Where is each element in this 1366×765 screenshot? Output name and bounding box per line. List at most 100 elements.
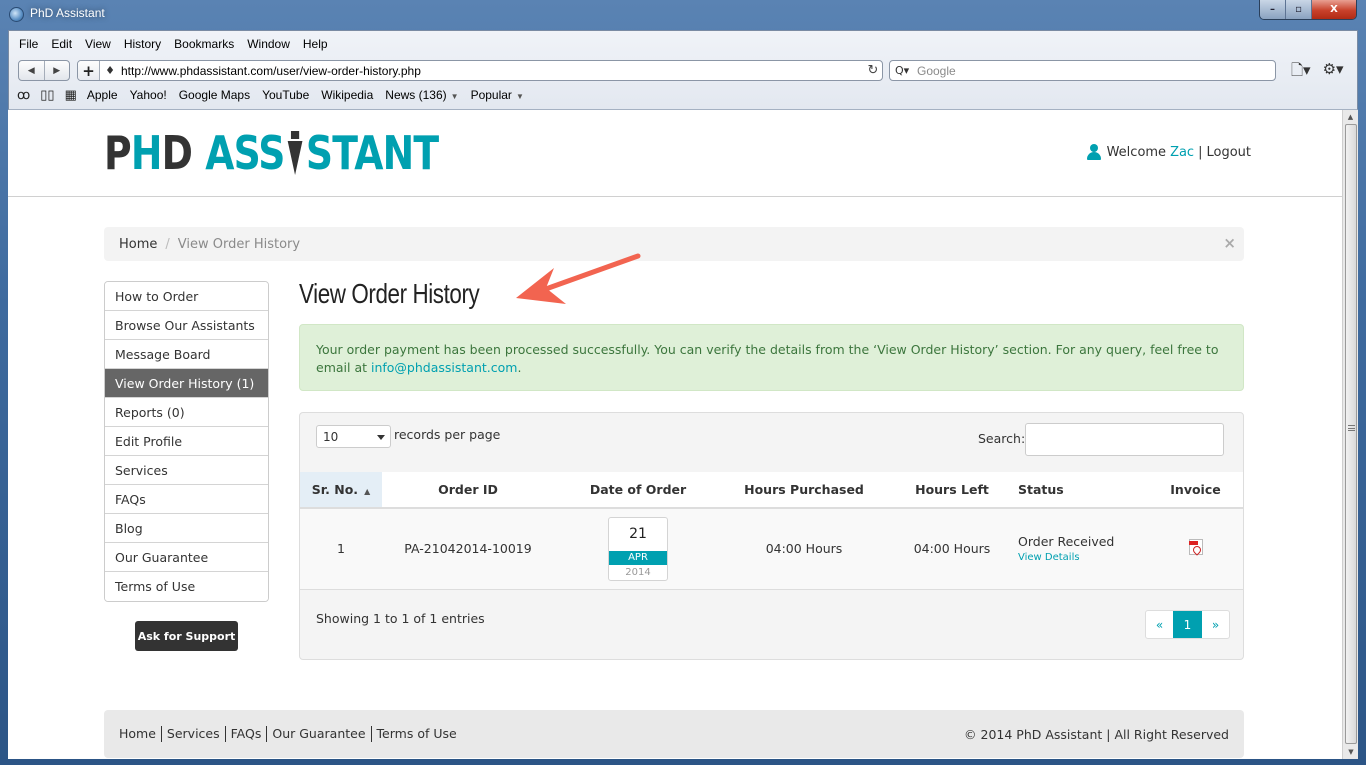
maximize-button[interactable]: ▫ xyxy=(1286,0,1312,19)
footer-link-faqs[interactable]: FAQs xyxy=(224,726,267,742)
breadcrumb-home[interactable]: Home xyxy=(119,237,157,252)
nav-buttons: ◀ ▶ xyxy=(18,60,70,81)
success-alert: Your order payment has been processed su… xyxy=(299,324,1244,391)
site-header: P H D ASS STANT Welcome Zac | Logout xyxy=(8,110,1342,197)
bookmark-youtube[interactable]: YouTube xyxy=(262,88,309,102)
cell-date: 21 APR 2014 xyxy=(554,508,722,590)
sidebar-item-view-order-history[interactable]: View Order History (1) xyxy=(105,369,268,398)
bookmark-google-maps[interactable]: Google Maps xyxy=(179,88,250,102)
table-search-input[interactable] xyxy=(1025,423,1224,456)
cell-order-id: PA-21042014-10019 xyxy=(382,508,554,590)
table-row: 1 PA-21042014-10019 21 APR 2014 04:00 Ho… xyxy=(300,508,1243,590)
browser-search-field[interactable]: Q▾ Google xyxy=(889,60,1276,81)
close-icon[interactable]: × xyxy=(1223,234,1236,252)
column-header-date[interactable]: Date of Order xyxy=(554,472,722,509)
footer-link-home[interactable]: Home xyxy=(119,726,161,742)
title-bar: PhD Assistant – ▫ X xyxy=(0,0,1366,30)
search-icon[interactable]: Q▾ xyxy=(895,64,917,77)
date-month: APR xyxy=(609,550,667,565)
bookmark-apple[interactable]: Apple xyxy=(87,88,118,102)
site-favicon-icon: ♦ xyxy=(105,64,115,77)
site-logo[interactable]: P H D ASS STANT xyxy=(104,126,439,180)
reading-list-icon[interactable]: ꝏ xyxy=(17,87,30,103)
footer-link-our-guarantee[interactable]: Our Guarantee xyxy=(266,726,370,742)
sidebar-item-our-guarantee[interactable]: Our Guarantee xyxy=(105,543,268,572)
support-email-link[interactable]: info@phdassistant.com xyxy=(371,360,517,375)
username-link[interactable]: Zac xyxy=(1170,145,1194,160)
top-sites-grid-icon[interactable]: ▦ xyxy=(65,87,77,103)
sidebar-item-reports[interactable]: Reports (0) xyxy=(105,398,268,427)
logo-text-stant: STANT xyxy=(305,126,439,180)
pagination-prev[interactable]: « xyxy=(1146,611,1173,638)
sidebar-item-blog[interactable]: Blog xyxy=(105,514,268,543)
bookmark-popular[interactable]: Popular ▼ xyxy=(471,88,524,102)
bookmark-news[interactable]: News (136) ▼ xyxy=(385,88,458,102)
view-details-link[interactable]: View Details xyxy=(1018,552,1148,563)
scrollbar-thumb[interactable] xyxy=(1345,124,1357,744)
reload-icon[interactable]: ↻ xyxy=(864,63,882,78)
bookmarks-book-icon[interactable]: ▯▯ xyxy=(40,87,54,103)
close-button[interactable]: X xyxy=(1312,0,1356,19)
logout-link[interactable]: Logout xyxy=(1206,145,1251,160)
order-history-table: Sr. No. ▲ Order ID Date of Order Hours Pu… xyxy=(300,472,1243,590)
sidebar-item-browse-assistants[interactable]: Browse Our Assistants xyxy=(105,311,268,340)
address-bar[interactable]: + ♦ http://www.phdassistant.com/user/vie… xyxy=(77,60,883,81)
page-menu-icon[interactable]: 🗋▾ xyxy=(1291,60,1311,85)
breadcrumb-divider: / xyxy=(165,236,170,252)
column-header-hours-left[interactable]: Hours Left xyxy=(886,472,1018,509)
bookmark-popular-label: Popular xyxy=(470,88,512,102)
pagination-page-1[interactable]: 1 xyxy=(1173,611,1202,638)
logo-text-p: P xyxy=(104,126,132,180)
footer-link-terms[interactable]: Terms of Use xyxy=(370,726,462,742)
sidebar-item-faqs[interactable]: FAQs xyxy=(105,485,268,514)
ask-for-support-button[interactable]: Ask for Support xyxy=(135,621,238,651)
bookmark-wikipedia[interactable]: Wikipedia xyxy=(321,88,373,102)
column-header-order-id[interactable]: Order ID xyxy=(382,472,554,509)
column-header-invoice[interactable]: Invoice xyxy=(1148,472,1243,509)
logo-text-d: D xyxy=(161,126,193,180)
sidebar-item-how-to-order[interactable]: How to Order xyxy=(105,282,268,311)
chevron-down-icon: ▼ xyxy=(450,92,459,101)
minimize-button[interactable]: – xyxy=(1260,0,1286,19)
menu-window[interactable]: Window xyxy=(247,37,297,51)
records-per-page-select[interactable]: 10 xyxy=(316,425,391,448)
scroll-down-icon[interactable]: ▼ xyxy=(1343,745,1359,759)
pagination-next[interactable]: » xyxy=(1202,611,1229,638)
cell-invoice xyxy=(1148,508,1243,590)
cell-status: Order Received View Details xyxy=(1018,508,1148,590)
sidebar-item-terms-of-use[interactable]: Terms of Use xyxy=(105,572,268,601)
menu-help[interactable]: Help xyxy=(303,37,335,51)
order-table-panel: 10 records per page Search: Sr. No. ▲ Ord… xyxy=(299,412,1244,660)
footer-link-services[interactable]: Services xyxy=(160,726,225,742)
alert-suffix: . xyxy=(517,360,522,375)
scroll-grip-icon xyxy=(1348,425,1355,431)
url-input[interactable]: http://www.phdassistant.com/user/view-or… xyxy=(121,64,864,78)
search-placeholder: Google xyxy=(917,63,956,78)
chevron-down-icon: ▼ xyxy=(515,92,524,101)
menu-history[interactable]: History xyxy=(124,37,168,51)
sidebar-item-edit-profile[interactable]: Edit Profile xyxy=(105,427,268,456)
add-bookmark-button[interactable]: + xyxy=(78,61,100,80)
records-per-page-value: 10 xyxy=(323,430,339,444)
sidebar-item-message-board[interactable]: Message Board xyxy=(105,340,268,369)
menu-bookmarks[interactable]: Bookmarks xyxy=(174,37,241,51)
table-header-row: Sr. No. ▲ Order ID Date of Order Hours Pu… xyxy=(300,472,1243,509)
scroll-up-icon[interactable]: ▲ xyxy=(1343,110,1358,124)
column-header-sr-no[interactable]: Sr. No. ▲ xyxy=(300,472,382,509)
menu-file[interactable]: File xyxy=(19,37,45,51)
vertical-scrollbar[interactable]: ▲ ▼ xyxy=(1342,110,1358,759)
sidebar-item-services[interactable]: Services xyxy=(105,456,268,485)
date-badge: 21 APR 2014 xyxy=(608,516,668,581)
forward-button[interactable]: ▶ xyxy=(45,61,70,80)
bookmark-yahoo[interactable]: Yahoo! xyxy=(130,88,167,102)
menu-edit[interactable]: Edit xyxy=(51,37,79,51)
copyright-text: © 2014 PhD Assistant | All Right Reserve… xyxy=(964,726,1229,742)
settings-gear-icon[interactable]: ⚙▾ xyxy=(1323,60,1344,85)
column-header-hours-purchased[interactable]: Hours Purchased xyxy=(722,472,886,509)
column-header-status[interactable]: Status xyxy=(1018,472,1148,509)
cell-hours-left: 04:00 Hours xyxy=(886,508,1018,590)
footer-links: Home Services FAQs Our Guarantee Terms o… xyxy=(104,726,462,742)
back-button[interactable]: ◀ xyxy=(19,61,45,80)
menu-view[interactable]: View xyxy=(85,37,118,51)
pdf-icon[interactable] xyxy=(1188,539,1203,556)
